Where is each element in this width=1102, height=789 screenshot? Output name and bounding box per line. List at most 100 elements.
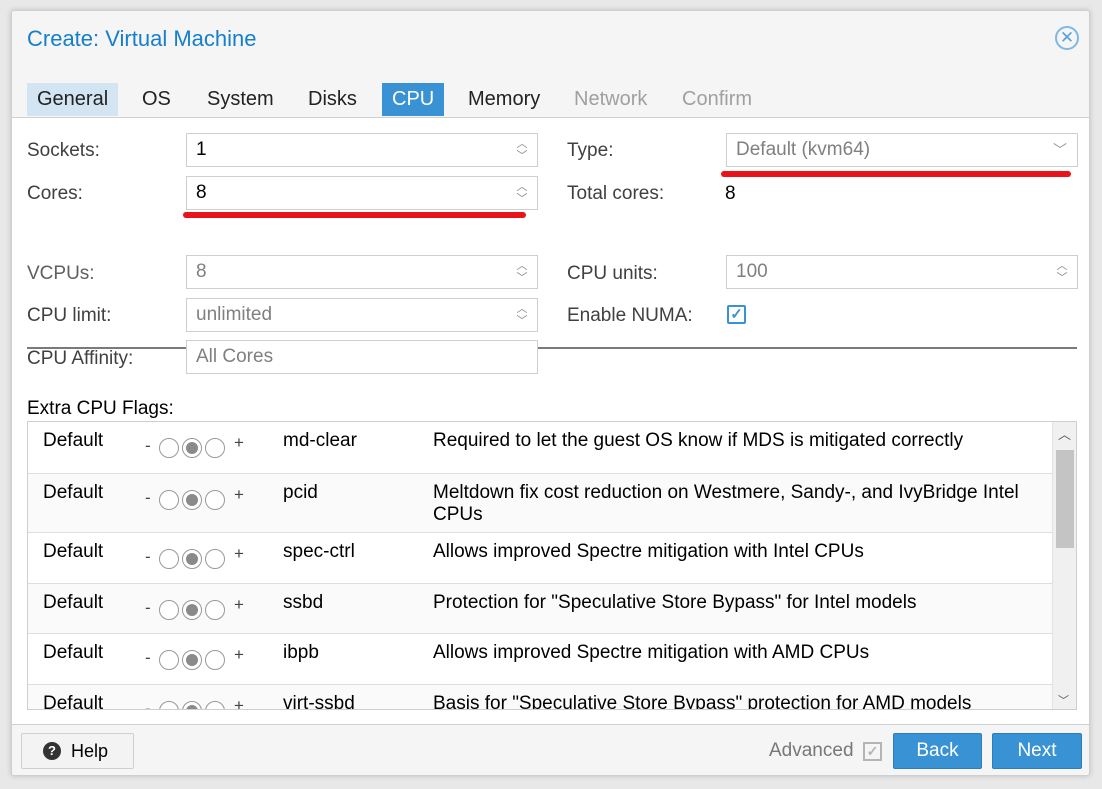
cpu-affinity-placeholder: All Cores [196,346,274,367]
advanced-divider [27,347,1077,349]
cpu-limit-value: unlimited [196,304,273,325]
radio-default[interactable] [182,438,202,458]
tristate-toggle[interactable]: - + [145,595,265,620]
radio-default[interactable] [182,650,202,670]
sockets-value: 1 [196,139,207,160]
flag-name: ssbd [283,592,324,613]
tab-general[interactable]: General [27,83,119,116]
close-icon[interactable]: ✕ [1055,26,1079,50]
vcpus-value: 8 [196,261,207,282]
cpu-units-spinner-icon[interactable]: ︿ ﹀ [1055,260,1069,284]
minus-label: - [145,436,151,455]
radio-on[interactable] [205,438,225,458]
flag-description: Basis for "Speculative Store Bypass" pro… [433,693,972,710]
tab-memory[interactable]: Memory [458,83,550,116]
radio-off[interactable] [159,549,179,569]
flag-state: Default [43,541,104,562]
table-row: Default - + virt-ssbd Basis for "Specula… [28,685,1052,710]
tab-cpu[interactable]: CPU [382,83,445,116]
cpu-flags-grid: Default - + md-clear Required to let the… [27,421,1077,710]
radio-on[interactable] [205,650,225,670]
cores-spinner-icon[interactable]: ︿ ﹀ [515,181,529,205]
type-value: Default (kvm64) [736,139,871,160]
radio-default[interactable] [182,701,202,709]
tristate-toggle[interactable]: - + [145,433,265,458]
scrollbar-thumb[interactable] [1056,450,1074,548]
flag-state: Default [43,642,104,663]
minus-label: - [145,598,151,617]
flag-state: Default [43,592,104,613]
minus-label: - [145,648,151,667]
highlight-underline-type [721,171,1071,177]
cpu-units-label: CPU units: [567,263,658,284]
flag-name: spec-ctrl [283,541,355,562]
flag-state: Default [43,430,104,451]
total-cores-label: Total cores: [567,183,665,204]
flag-name: ibpb [283,642,319,663]
vcpus-field[interactable]: 8 ︿ ﹀ [186,255,538,289]
cpu-affinity-input[interactable]: All Cores [186,340,538,374]
table-row: Default - + pcid Meltdown fix cost reduc… [28,474,1052,533]
chevron-down-icon[interactable]: ﹀ [1053,134,1067,166]
sockets-field[interactable]: 1 ︿ ﹀ [186,133,538,167]
grid-scrollbar[interactable]: ︿ ﹀ [1052,422,1076,709]
vcpus-spinner-icon[interactable]: ︿ ﹀ [515,260,529,284]
minus-label: - [145,699,151,710]
flag-state: Default [43,482,104,503]
dialog-title: Create: Virtual Machine [27,26,257,51]
flag-description: Allows improved Spectre mitigation with … [433,642,870,663]
sockets-spinner-icon[interactable]: ︿ ﹀ [515,138,529,162]
next-button[interactable]: Next [992,733,1082,769]
radio-on[interactable] [205,490,225,510]
table-row: Default - + md-clear Required to let the… [28,422,1052,474]
table-row: Default - + ibpb Allows improved Spectre… [28,634,1052,685]
minus-label: - [145,547,151,566]
cores-field[interactable]: 8 ︿ ﹀ [186,176,538,210]
radio-off[interactable] [159,701,179,709]
highlight-underline-cores [183,212,526,218]
radio-on[interactable] [205,600,225,620]
scroll-up-icon[interactable]: ︿ [1058,424,1071,443]
radio-default[interactable] [182,549,202,569]
tristate-toggle[interactable]: - + [145,544,265,569]
radio-on[interactable] [205,549,225,569]
extra-cpu-flags-label: Extra CPU Flags: [27,398,174,419]
total-cores-value: 8 [725,183,736,204]
radio-off[interactable] [159,600,179,620]
flag-description: Required to let the guest OS know if MDS… [433,430,964,451]
flag-description: Protection for "Speculative Store Bypass… [433,592,917,613]
flag-state: Default [43,693,104,710]
help-button[interactable]: ? Help [21,733,134,769]
plus-label: + [234,433,244,452]
plus-label: + [234,544,244,563]
radio-on[interactable] [205,701,225,709]
enable-numa-checkbox[interactable]: ✓ [727,305,746,324]
flag-name: virt-ssbd [283,693,355,710]
type-select[interactable]: Default (kvm64) ﹀ [726,133,1078,167]
radio-off[interactable] [159,438,179,458]
cores-value: 8 [196,182,207,203]
advanced-checkbox[interactable]: ✓ [863,742,882,761]
cpu-units-value: 100 [736,261,768,282]
tristate-toggle[interactable]: - + [145,645,265,670]
back-button[interactable]: Back [893,733,982,769]
cpu-affinity-label: CPU Affinity: [27,348,134,369]
vcpus-label: VCPUs: [27,263,95,284]
tab-system[interactable]: System [197,83,284,116]
table-row: Default - + ssbd Protection for "Specula… [28,584,1052,634]
tab-os[interactable]: OS [132,83,181,116]
radio-off[interactable] [159,650,179,670]
tab-disks[interactable]: Disks [298,83,367,116]
question-circle-icon: ? [43,742,61,760]
radio-default[interactable] [182,490,202,510]
cpu-limit-spinner-icon[interactable]: ︿ ﹀ [515,303,529,327]
cpu-units-field[interactable]: 100 ︿ ﹀ [726,255,1078,289]
cpu-limit-field[interactable]: unlimited ︿ ﹀ [186,298,538,332]
tristate-toggle[interactable]: - + [145,485,265,510]
radio-off[interactable] [159,490,179,510]
plus-label: + [234,485,244,504]
scroll-down-icon[interactable]: ﹀ [1058,692,1069,708]
tristate-toggle[interactable]: - + [145,696,265,710]
table-row: Default - + spec-ctrl Allows improved Sp… [28,533,1052,584]
radio-default[interactable] [182,600,202,620]
